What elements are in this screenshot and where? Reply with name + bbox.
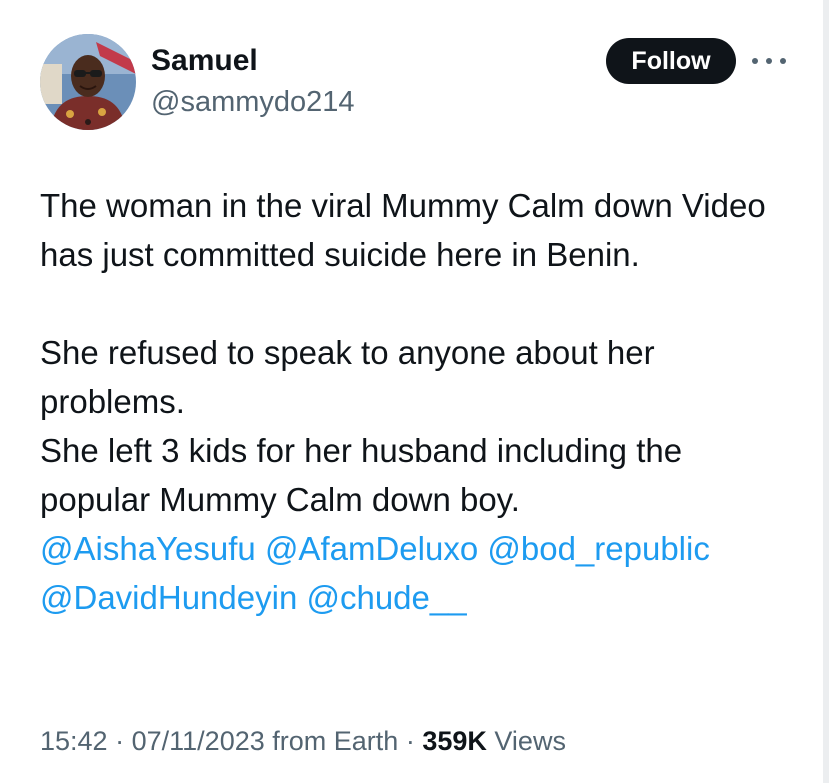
- profile-photo-icon: [40, 34, 136, 130]
- tweet-source: from Earth: [272, 726, 399, 756]
- mention-link[interactable]: @chude__: [306, 579, 466, 616]
- user-handle[interactable]: @sammydo214: [151, 85, 355, 119]
- tweet-line: She left 3 kids for her husband includin…: [40, 432, 683, 518]
- tweet-line: She refused to speak to anyone about her…: [40, 334, 655, 420]
- display-name[interactable]: Samuel: [151, 42, 258, 80]
- more-horizontal-icon[interactable]: [752, 52, 786, 70]
- views-label[interactable]: Views: [494, 726, 566, 756]
- mention-link[interactable]: @DavidHundeyin: [40, 579, 297, 616]
- more-dot: [766, 58, 772, 64]
- meta-separator: ·: [115, 726, 125, 756]
- mention-link[interactable]: @bod_republic: [487, 530, 709, 567]
- tweet-date[interactable]: 07/11/2023: [132, 726, 265, 756]
- tweet-paragraph: The woman in the viral Mummy Calm down V…: [40, 187, 766, 273]
- mention-link[interactable]: @AishaYesufu: [40, 530, 256, 567]
- views-count[interactable]: 359K: [422, 726, 487, 756]
- tweet-time[interactable]: 15:42: [40, 726, 108, 756]
- meta-separator: ·: [405, 726, 415, 756]
- mentions-line: @AishaYesufu @AfamDeluxo @bod_republic @…: [40, 524, 800, 622]
- follow-button[interactable]: Follow: [606, 38, 736, 84]
- tweet-meta: 15:42 · 07/11/2023 from Earth · 359K Vie…: [40, 721, 566, 761]
- mention-link[interactable]: @AfamDeluxo: [265, 530, 478, 567]
- more-dot: [780, 58, 786, 64]
- tweet-text: The woman in the viral Mummy Calm down V…: [40, 181, 800, 622]
- scrollbar-edge: [823, 0, 829, 783]
- avatar[interactable]: [40, 34, 136, 130]
- more-dot: [752, 58, 758, 64]
